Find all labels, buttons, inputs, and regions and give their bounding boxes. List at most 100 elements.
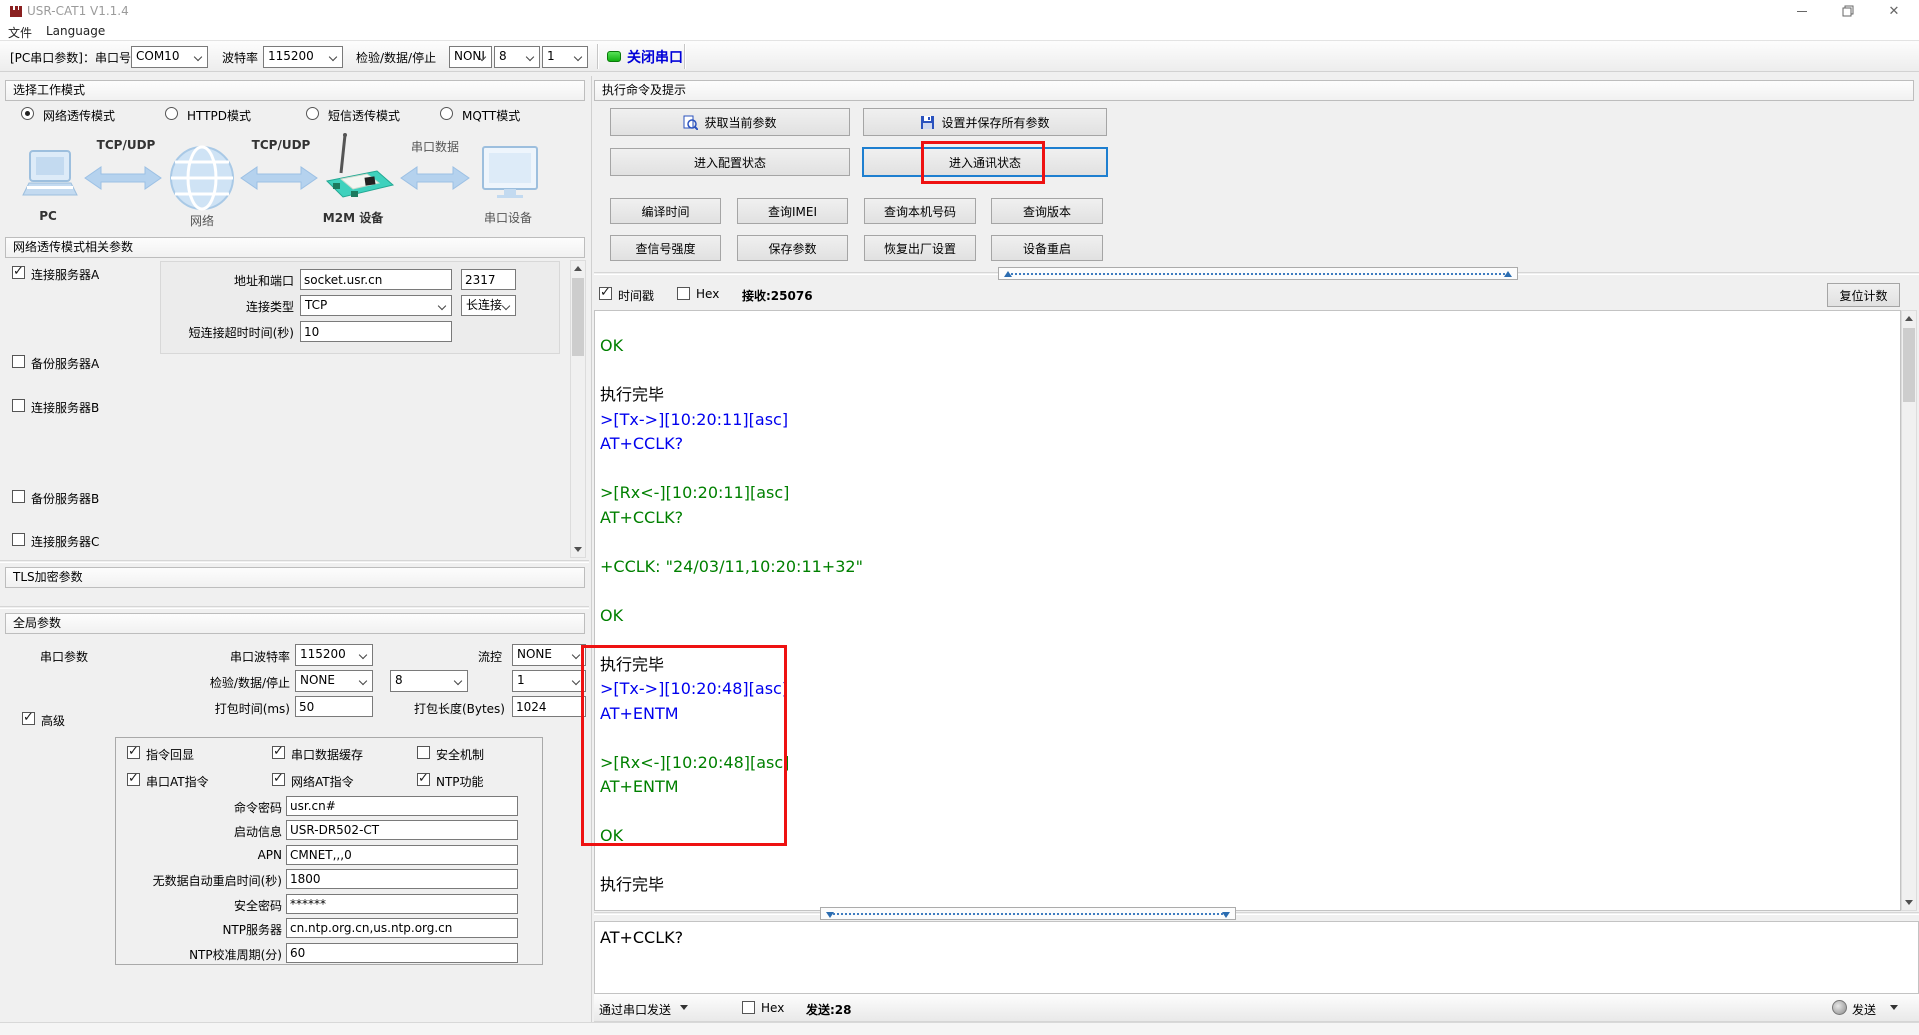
serial-at-checkbox[interactable] <box>127 773 140 786</box>
server-c-checkbox[interactable] <box>12 533 25 546</box>
log-line: AT+ENTM <box>600 702 1900 727</box>
advanced-checkbox[interactable] <box>22 712 35 725</box>
serial-cache-checkbox[interactable] <box>272 746 285 759</box>
databits-select[interactable]: 8 <box>494 46 540 68</box>
radio-httpd[interactable] <box>165 107 178 120</box>
scroll-up-icon[interactable] <box>1902 311 1916 326</box>
cmd-echo-checkbox[interactable] <box>127 746 140 759</box>
chevron-down-icon[interactable] <box>1890 1005 1898 1010</box>
apn-input[interactable] <box>286 845 518 865</box>
short-timeout-input[interactable] <box>300 321 452 342</box>
radio-sms-label: 短信透传模式 <box>328 107 400 124</box>
serial-baud-select[interactable]: 115200 <box>295 644 373 666</box>
node2-label: 网络 <box>174 212 230 229</box>
query-number-button[interactable]: 查询本机号码 <box>864 198 976 224</box>
device-restart-button[interactable]: 设备重启 <box>991 235 1103 261</box>
conn-type-select[interactable]: TCP <box>300 295 452 316</box>
radio-sms[interactable] <box>306 107 319 120</box>
rx-hex-checkbox[interactable] <box>677 287 690 300</box>
close-button[interactable]: ✕ <box>1871 0 1917 22</box>
ntp-server-input[interactable] <box>286 918 518 938</box>
scroll-down-icon[interactable] <box>571 542 585 557</box>
baud-select[interactable]: 115200 <box>263 46 343 68</box>
serial-stopbits-select[interactable]: 1 <box>512 670 586 692</box>
ntp-checkbox[interactable] <box>417 773 430 786</box>
ntp-label: NTP功能 <box>436 773 484 790</box>
chevron-down-icon <box>359 677 367 685</box>
keepalive-select[interactable]: 长连接 <box>461 295 516 316</box>
ntp-server-label: NTP服务器 <box>122 921 282 938</box>
serial-device-icon <box>483 147 537 198</box>
menu-language[interactable]: Language <box>46 24 105 38</box>
tx-hex-checkbox[interactable] <box>742 1001 755 1014</box>
server-port-input[interactable] <box>461 269 516 290</box>
serial-databits-select[interactable]: 8 <box>390 670 468 692</box>
restore-icon <box>1842 5 1854 17</box>
set-save-params-button[interactable]: 设置并保存所有参数 <box>863 108 1107 136</box>
packlen-input[interactable] <box>512 696 586 717</box>
query-version-button[interactable]: 查询版本 <box>991 198 1103 224</box>
log-line <box>600 530 1900 555</box>
security-password-input[interactable] <box>286 894 518 914</box>
save-params-button[interactable]: 保存参数 <box>737 235 848 261</box>
log-line <box>600 726 1900 751</box>
packtime-input[interactable] <box>295 696 373 717</box>
radio-net-transparent[interactable] <box>21 107 34 120</box>
left-panel-scrollbar[interactable] <box>570 260 586 558</box>
send-input-area[interactable]: AT+CCLK? <box>594 921 1919 994</box>
get-params-button[interactable]: 获取当前参数 <box>610 108 850 136</box>
menu-file[interactable]: 文件 <box>8 24 32 41</box>
restore-button[interactable] <box>1825 0 1871 22</box>
compile-time-button[interactable]: 编译时间 <box>610 198 721 224</box>
net-at-checkbox[interactable] <box>272 773 285 786</box>
backup-b-checkbox[interactable] <box>12 490 25 503</box>
server-a-checkbox[interactable] <box>12 266 25 279</box>
scrollbar-thumb[interactable] <box>1903 328 1915 402</box>
log-splitter[interactable] <box>998 267 1518 280</box>
ntp-period-input[interactable] <box>286 943 518 963</box>
send-button[interactable]: 发送 <box>1852 1001 1876 1018</box>
radio-mqtt[interactable] <box>440 107 453 120</box>
no-data-restart-input[interactable] <box>286 869 518 889</box>
receive-log[interactable]: OK 执行完毕 >[Tx->][10:20:11][asc] AT+CCLK? … <box>594 310 1901 911</box>
menu-bar: 文件 Language <box>0 22 1919 40</box>
parity-select[interactable]: NONI <box>449 46 492 68</box>
log-line: AT+CCLK? <box>600 506 1900 531</box>
log-scrollbar[interactable] <box>1901 310 1917 911</box>
server-addr-input[interactable] <box>300 269 452 290</box>
server-b-checkbox[interactable] <box>12 399 25 412</box>
boot-info-input[interactable] <box>286 820 518 840</box>
chevron-down-icon[interactable] <box>680 1005 688 1010</box>
serial-parity-select[interactable]: NONE <box>295 670 373 692</box>
log-line: OK <box>600 604 1900 629</box>
query-signal-button[interactable]: 查信号强度 <box>610 235 721 261</box>
security-checkbox[interactable] <box>417 746 430 759</box>
stopbits-select[interactable]: 1 <box>542 46 588 68</box>
cmd-password-label: 命令密码 <box>122 799 282 816</box>
cmd-password-input[interactable] <box>286 796 518 816</box>
close-port-button[interactable]: 关闭串口 <box>627 47 683 67</box>
divider <box>594 912 1919 915</box>
conn-type-label: 连接类型 <box>160 298 294 315</box>
scrollbar-thumb[interactable] <box>572 278 584 356</box>
backup-a-checkbox[interactable] <box>12 355 25 368</box>
reset-counter-button[interactable]: 复位计数 <box>1827 283 1900 307</box>
port-open-indicator-icon <box>607 51 621 62</box>
timestamp-checkbox[interactable] <box>599 287 612 300</box>
minimize-button[interactable] <box>1779 0 1825 22</box>
flow-select[interactable]: NONE <box>512 644 586 666</box>
chevron-down-icon <box>329 53 337 61</box>
chevron-down-icon <box>194 53 202 61</box>
title-bar: USR-CAT1 V1.1.4 ✕ <box>0 0 1919 22</box>
node1-label: PC <box>20 209 76 223</box>
enter-config-button[interactable]: 进入配置状态 <box>610 148 850 176</box>
query-imei-button[interactable]: 查询IMEI <box>737 198 848 224</box>
frame-label: 检验/数据/停止 <box>356 49 436 66</box>
scroll-up-icon[interactable] <box>571 261 585 276</box>
scroll-down-icon[interactable] <box>1902 895 1916 910</box>
send-input-text[interactable]: AT+CCLK? <box>595 922 1918 947</box>
send-via-button[interactable]: 通过串口发送 <box>599 1001 671 1018</box>
factory-reset-button[interactable]: 恢复出厂设置 <box>864 235 976 261</box>
send-splitter[interactable] <box>820 907 1236 920</box>
com-port-select[interactable]: COM10 <box>131 46 208 68</box>
